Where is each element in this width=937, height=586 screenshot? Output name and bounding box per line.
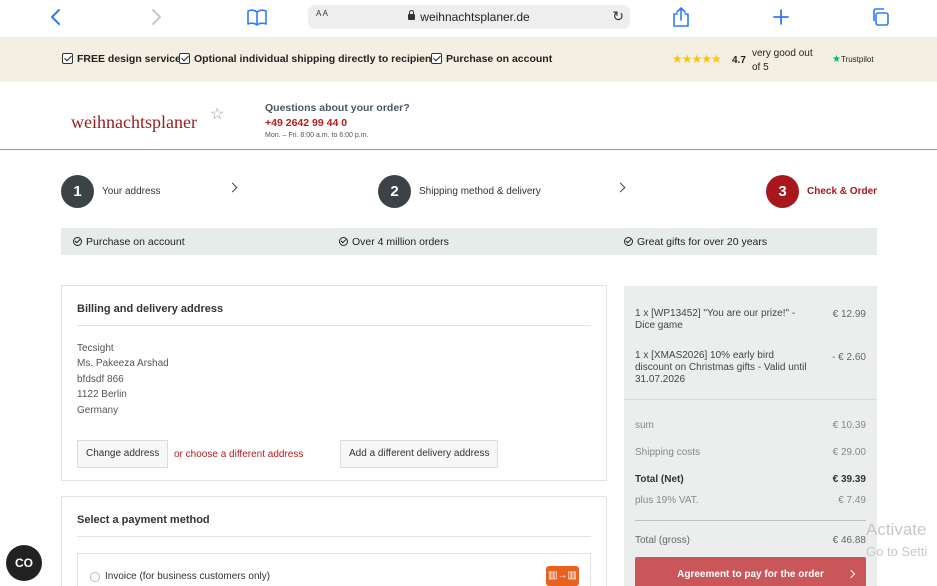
- step-3-number: 3: [766, 175, 799, 208]
- chevron-right-icon: [227, 182, 238, 193]
- address-bar[interactable]: A A weihnachtsplaner.de ↻: [308, 5, 630, 29]
- summary-item-price: - € 2.60: [832, 352, 866, 363]
- add-delivery-address-button[interactable]: Add a different delivery address: [340, 440, 499, 468]
- summary-item-price: € 12.99: [832, 309, 866, 320]
- trustpilot-star-icon: ★: [832, 54, 841, 65]
- check-circle-icon: [339, 237, 348, 246]
- rating-text: very good out of 5: [752, 48, 813, 73]
- payment-option-invoice[interactable]: Invoice (for business customers only) ▥→…: [77, 553, 591, 586]
- choose-different-address-link[interactable]: or choose a different address: [174, 449, 303, 460]
- sum-value: € 10.39: [832, 420, 866, 431]
- new-tab-icon[interactable]: [769, 6, 793, 28]
- shipping-label: Shipping costs: [635, 447, 701, 458]
- contact-question: Questions about your order?: [265, 102, 410, 114]
- chevron-right-icon: [846, 569, 856, 579]
- url-text: weihnachtsplaner.de: [308, 9, 630, 24]
- activate-watermark: Activate: [866, 520, 927, 539]
- divider: [77, 325, 591, 326]
- logo-star-icon: ☆: [210, 106, 225, 123]
- sum-label: sum: [635, 420, 654, 431]
- payment-title: Select a payment method: [77, 514, 210, 526]
- chat-button[interactable]: CO: [6, 545, 42, 581]
- change-address-button[interactable]: Change address: [77, 440, 169, 468]
- lock-icon: [408, 9, 416, 20]
- gross-total-label: Total (gross): [635, 535, 691, 546]
- browser-toolbar: A A weihnachtsplaner.de ↻: [0, 0, 937, 36]
- promo-item: Purchase on account: [431, 53, 552, 65]
- step-1-number[interactable]: 1: [61, 175, 94, 208]
- step-3-label: Check & Order: [807, 186, 878, 197]
- step-2-label[interactable]: Shipping method & delivery: [419, 186, 541, 197]
- go-to-settings-watermark: Go to Setti: [866, 544, 928, 559]
- chevron-right-icon: [615, 182, 626, 193]
- summary-item-desc: 1 x [XMAS2026] 10% early bird discount o…: [635, 350, 807, 385]
- address-card: Billing and delivery address Tecsight Ms…: [61, 285, 607, 481]
- vat-value: € 7.49: [838, 495, 866, 506]
- site-header: weihnachtsplaner ☆ Questions about your …: [0, 82, 937, 150]
- vat-label: plus 19% VAT.: [635, 495, 699, 506]
- benefits-bar: Purchase on account Over 4 million order…: [61, 228, 877, 255]
- back-icon[interactable]: [44, 6, 68, 28]
- divider: [77, 536, 591, 537]
- promo-item: FREE design service: [62, 53, 181, 65]
- reload-icon[interactable]: ↻: [612, 8, 624, 25]
- step-2-number[interactable]: 2: [378, 175, 411, 208]
- trustpilot-link[interactable]: ★Trustpilot: [832, 54, 874, 65]
- address-line: Ms. Pakeeza Arshad: [77, 358, 169, 369]
- shipping-value: € 29.00: [832, 447, 866, 458]
- contact-hours: Mon. – Fri. 8:00 a.m. to 6:00 p.m.: [265, 132, 369, 139]
- bank-transfer-icon: ▥→▥: [546, 566, 579, 586]
- address-line: bfdsdf 866: [77, 374, 124, 385]
- radio-button[interactable]: [90, 572, 100, 582]
- share-icon[interactable]: [669, 6, 693, 28]
- check-circle-icon: [73, 237, 82, 246]
- summary-item-desc: 1 x [WP13452] "You are our prize!" - Dic…: [635, 308, 796, 331]
- benefit-item: Great gifts for over 20 years: [624, 236, 767, 248]
- step-1-label[interactable]: Your address: [102, 186, 161, 197]
- net-total-label: Total (Net): [635, 474, 684, 485]
- order-summary: 1 x [WP13452] "You are our prize!" - Dic…: [624, 286, 877, 586]
- logo[interactable]: weihnachtsplaner: [71, 112, 197, 133]
- promo-item: Optional individual shipping directly to…: [179, 53, 435, 65]
- benefit-item: Over 4 million orders: [339, 236, 449, 248]
- pay-order-button[interactable]: Agreement to pay for the order: [635, 557, 866, 586]
- checkbox-icon: [62, 53, 73, 64]
- benefit-item: Purchase on account: [73, 236, 185, 248]
- forward-icon[interactable]: [144, 6, 168, 28]
- rating-stars-icon: ★★★★★: [672, 52, 722, 66]
- divider: [635, 520, 866, 521]
- check-circle-icon: [624, 237, 633, 246]
- payment-card: Select a payment method Invoice (for bus…: [61, 496, 607, 586]
- bookmarks-icon[interactable]: [245, 6, 269, 28]
- gross-total-value: € 46.88: [832, 535, 866, 546]
- net-total-value: € 39.39: [832, 474, 866, 485]
- address-line: Tecsight: [77, 343, 114, 354]
- payment-option-label: Invoice (for business customers only): [105, 571, 271, 582]
- tabs-icon[interactable]: [869, 6, 893, 28]
- divider: [624, 399, 877, 400]
- address-line: 1122 Berlin: [77, 389, 127, 400]
- checkbox-icon: [431, 53, 442, 64]
- contact-phone[interactable]: +49 2642 99 44 0: [265, 117, 347, 129]
- checkbox-icon: [179, 53, 190, 64]
- promo-bar: FREE design service Optional individual …: [0, 37, 937, 82]
- rating-value: 4.7: [732, 55, 746, 66]
- address-title: Billing and delivery address: [77, 303, 224, 315]
- address-line: Germany: [77, 405, 119, 416]
